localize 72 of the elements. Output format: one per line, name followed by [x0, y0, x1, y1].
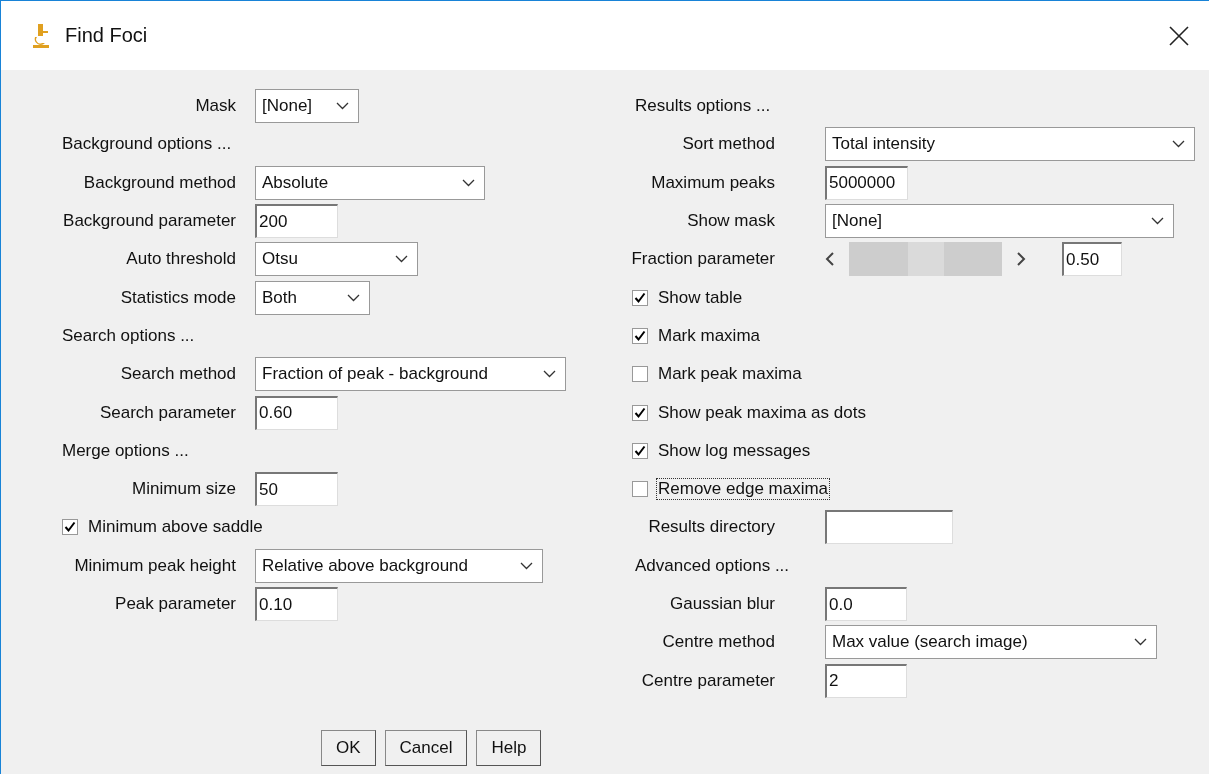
field-label: Peak parameter [114, 594, 236, 614]
field-label: Gaussian blur [669, 594, 775, 614]
chevron-down-icon [462, 178, 475, 187]
field-label: Fraction parameter [630, 249, 775, 270]
section-heading: Advanced options ... [635, 555, 790, 576]
input-field[interactable]: 5000000 [825, 165, 908, 200]
field-label: Search method [119, 364, 236, 385]
input-field[interactable]: 200 [255, 204, 338, 239]
field-label: Centre parameter [640, 670, 775, 691]
field-label: Sort method [681, 134, 775, 155]
checkbox-label[interactable]: Mark peak maxima [656, 363, 804, 386]
checkbox[interactable] [632, 481, 648, 498]
field-label: Search parameter [98, 402, 236, 423]
checkbox-label[interactable]: Remove edge maxima [656, 478, 831, 501]
input-field[interactable]: 2 [825, 663, 907, 698]
window-title: Find Foci [65, 24, 149, 47]
slider-track[interactable] [849, 242, 1002, 277]
close-icon[interactable] [1169, 25, 1189, 46]
checkbox-label[interactable]: Mark maxima [656, 324, 762, 347]
checkbox[interactable] [62, 519, 78, 536]
dialog-button[interactable]: Cancel [384, 729, 468, 766]
dropdown[interactable]: Both [255, 280, 370, 315]
field-label: Centre method [661, 632, 775, 653]
field-label: Auto threshold [125, 249, 236, 270]
dropdown[interactable]: Fraction of peak - background [255, 357, 566, 392]
chevron-down-icon [336, 102, 349, 111]
dialog-button[interactable]: OK [321, 729, 376, 766]
input-field[interactable]: 0.10 [255, 587, 338, 621]
input-field[interactable]: 0.0 [825, 587, 907, 621]
dropdown[interactable]: Total intensity [825, 127, 1195, 162]
chevron-down-icon [395, 255, 408, 264]
chevron-down-icon [1134, 638, 1147, 647]
checkbox[interactable] [632, 327, 648, 344]
dropdown[interactable]: Max value (search image) [825, 625, 1157, 660]
field-label: Minimum size [131, 479, 236, 500]
checkbox-label[interactable]: Minimum above saddle [86, 516, 265, 539]
dropdown[interactable]: Absolute [255, 165, 485, 200]
checkbox-label[interactable]: Show peak maxima as dots [656, 401, 868, 424]
field-label: Background method [82, 172, 236, 193]
input-field[interactable] [825, 510, 953, 545]
field-label: Mask [194, 96, 236, 117]
field-label: Maximum peaks [650, 172, 775, 193]
field-label: Statistics mode [119, 287, 236, 308]
chevron-down-icon [1151, 217, 1164, 226]
checkbox[interactable] [632, 442, 648, 459]
section-heading: Search options ... [62, 325, 195, 346]
dropdown[interactable]: Otsu [255, 242, 418, 277]
checkbox-label[interactable]: Show table [656, 286, 745, 309]
field-label: Minimum peak height [73, 555, 236, 576]
checkbox[interactable] [632, 366, 648, 383]
input-field[interactable]: 0.50 [1062, 242, 1122, 277]
microscope-icon [32, 22, 50, 49]
chevron-down-icon [543, 370, 556, 379]
checkbox-label[interactable]: Show log messages [656, 439, 813, 462]
slider-thumb[interactable] [907, 242, 944, 277]
field-label: Show mask [686, 211, 775, 232]
dropdown[interactable]: Relative above background [255, 548, 543, 583]
input-field[interactable]: 50 [255, 472, 338, 507]
dialog-button[interactable]: Help [476, 729, 542, 766]
chevron-down-icon [520, 561, 533, 570]
section-heading: Merge options ... [62, 440, 189, 461]
input-field[interactable]: 0.60 [255, 395, 338, 430]
checkbox[interactable] [632, 289, 648, 306]
dropdown[interactable]: [None] [825, 204, 1174, 239]
field-label: Results directory [647, 517, 775, 538]
chevron-down-icon [347, 293, 360, 302]
field-label: Background parameter [62, 211, 236, 232]
dropdown[interactable]: [None] [255, 89, 359, 124]
section-heading: Background options ... [62, 134, 232, 155]
checkbox[interactable] [632, 404, 648, 421]
section-heading: Results options ... [635, 96, 771, 117]
chevron-down-icon [1172, 140, 1185, 149]
